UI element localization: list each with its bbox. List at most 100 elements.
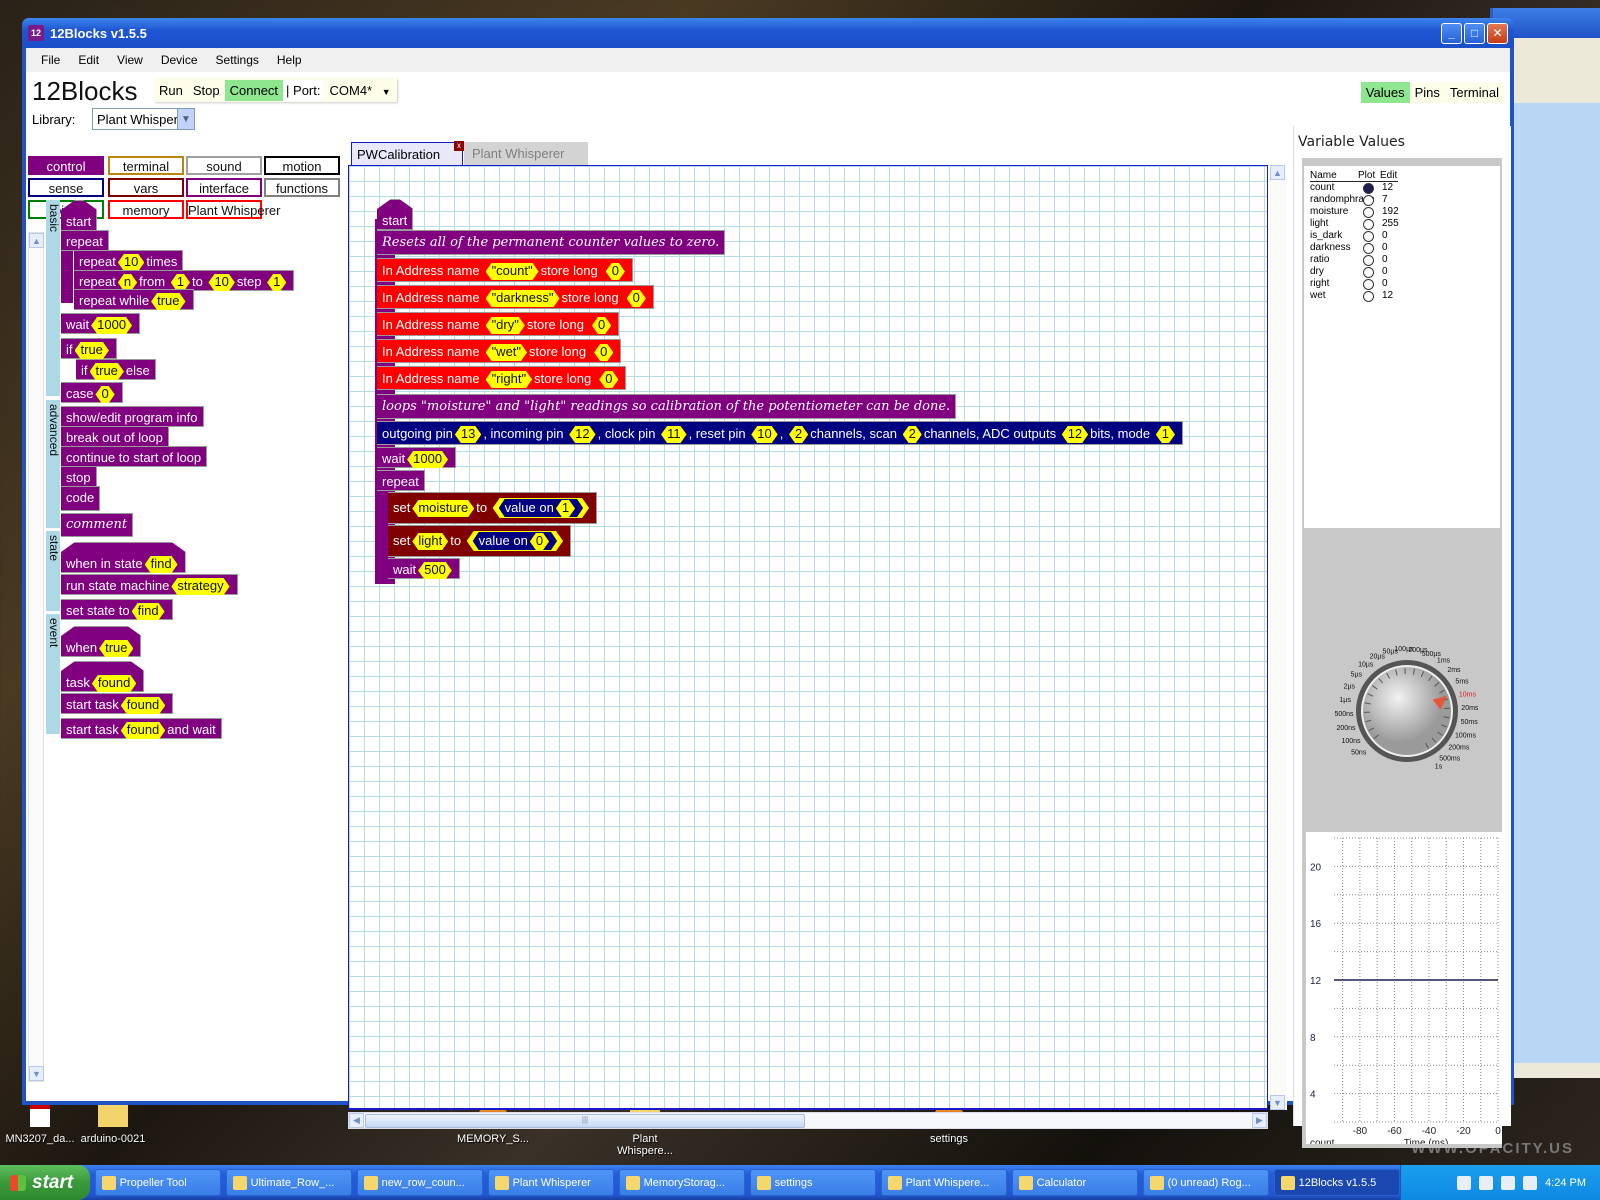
plot-toggle[interactable] (1358, 230, 1378, 242)
block-slot[interactable]: 10 (208, 274, 234, 291)
clock[interactable]: 4:24 PM (1545, 1177, 1586, 1189)
plot-toggle[interactable] (1358, 206, 1378, 218)
block-slot[interactable]: 1000 (407, 451, 448, 468)
block-slot[interactable]: 0 (606, 263, 625, 280)
scroll-right-icon[interactable]: ▶ (1252, 1113, 1267, 1128)
block-slot[interactable]: moisture (412, 500, 474, 517)
block-slot[interactable]: "wet" (486, 344, 527, 361)
block-slot[interactable]: 0 (627, 290, 646, 307)
menu-edit[interactable]: Edit (69, 53, 108, 67)
menu-view[interactable]: View (108, 53, 152, 67)
chevron-down-icon[interactable]: ▼ (177, 109, 194, 129)
taskbar-button[interactable]: Ultimate_Row_... (225, 1169, 352, 1196)
block-slot[interactable]: true (90, 363, 124, 380)
program-block-start[interactable]: start (377, 199, 413, 230)
library-select[interactable]: Plant Whisperer ▼ (92, 108, 195, 130)
block-slot[interactable]: 500 (418, 562, 452, 579)
connect-button[interactable]: Connect (224, 79, 284, 101)
desktop-icon[interactable]: arduino-0021 (73, 1105, 153, 1145)
menu-settings[interactable]: Settings (207, 53, 268, 67)
taskbar-button[interactable]: Plant Whispere... (880, 1169, 1007, 1196)
run-button[interactable]: Run (154, 80, 188, 101)
palette-scrollbar[interactable]: ▲ ▼ (28, 232, 44, 1082)
block-slot[interactable]: 0 (530, 533, 549, 550)
variable-value[interactable]: 255 (1378, 218, 1399, 230)
tray-icon[interactable] (1479, 1175, 1494, 1190)
palette-block-code[interactable]: code (61, 486, 101, 511)
plot-toggle[interactable] (1358, 194, 1378, 206)
plot-toggle[interactable] (1358, 218, 1378, 230)
program-canvas[interactable]: start Resets all of the permanent counte… (348, 165, 1268, 1110)
scroll-left-icon[interactable]: ◀ (349, 1113, 364, 1128)
palette-block-when[interactable]: when true (61, 626, 141, 657)
taskbar-button[interactable]: MemoryStorag... (618, 1169, 745, 1196)
palette-block-start-task[interactable]: start task found (61, 693, 174, 714)
block-slot[interactable]: true (99, 640, 133, 657)
palette-block-show-info[interactable]: show/edit program info (61, 406, 204, 427)
program-block-wait-500[interactable]: wait 500 (388, 558, 460, 579)
scroll-down-icon[interactable]: ▼ (29, 1066, 44, 1081)
palette-block-set-state[interactable]: set state to find (61, 599, 173, 620)
palette-block-wait[interactable]: wait 1000 (61, 313, 141, 334)
plot-radio-icon[interactable] (1362, 278, 1374, 290)
desktop-icon[interactable]: MN3207_da... (0, 1105, 80, 1145)
plot-toggle[interactable] (1358, 242, 1378, 254)
program-block-store-long[interactable]: In Address name "wet" store long 0 (377, 339, 622, 363)
section-event[interactable]: event (46, 614, 61, 734)
plot-toggle[interactable] (1358, 266, 1378, 278)
plot-radio-icon[interactable] (1362, 242, 1374, 254)
program-block-set-light[interactable]: set light to value on 0 (388, 525, 572, 557)
block-slot[interactable]: 2 (789, 426, 808, 443)
program-block-wait[interactable]: wait 1000 (377, 447, 457, 468)
palette-block-when-in-state[interactable]: when in state find (61, 542, 186, 573)
variable-value[interactable]: 0 (1378, 230, 1388, 242)
scroll-up-icon[interactable]: ▲ (1270, 165, 1285, 180)
variable-value[interactable]: 0 (1378, 266, 1388, 278)
palette-block-break[interactable]: break out of loop (61, 426, 169, 447)
block-slot[interactable]: 1 (1156, 426, 1175, 443)
palette-block-task[interactable]: task found (61, 661, 144, 692)
palette-block-start-task-wait[interactable]: start task found and wait (61, 718, 222, 739)
variable-value[interactable]: 12 (1378, 182, 1393, 194)
block-slot[interactable]: true (75, 342, 109, 359)
category-memory[interactable]: memory (108, 200, 184, 219)
palette-block-continue[interactable]: continue to start of loop (61, 446, 208, 467)
timebase-dial[interactable]: 50ns100ns200ns500ns1µs2µs5µs10µs20µs50µs… (1302, 546, 1502, 828)
program-block-adc[interactable]: outgoing pin 13, incoming pin 12, clock p… (377, 421, 1184, 445)
taskbar-button[interactable]: (0 unread) Rog... (1142, 1169, 1269, 1196)
plot-radio-icon[interactable] (1362, 290, 1374, 302)
plot-toggle[interactable] (1358, 290, 1378, 302)
plot-radio-icon[interactable] (1362, 206, 1374, 218)
scroll-up-icon[interactable]: ▲ (29, 233, 44, 248)
palette-block-repeat-times[interactable]: repeat 10 times (74, 250, 184, 271)
block-slot[interactable]: "count" (486, 263, 539, 280)
block-slot[interactable]: 1 (267, 274, 286, 291)
program-block-set-moisture[interactable]: set moisture to value on 1 (388, 492, 598, 524)
variable-value[interactable]: 0 (1378, 242, 1388, 254)
block-slot[interactable]: light (412, 533, 448, 550)
section-basic[interactable]: basic (46, 200, 61, 396)
block-slot[interactable]: 0 (95, 386, 114, 403)
block-slot[interactable]: 0 (594, 344, 613, 361)
category-sense[interactable]: sense (28, 178, 104, 197)
close-button[interactable]: ✕ (1487, 22, 1508, 44)
tab-terminal[interactable]: Terminal (1445, 82, 1504, 103)
plot-radio-icon[interactable] (1362, 218, 1374, 230)
palette-block-repeat-from[interactable]: repeat n from 1 to 10 step 1 (74, 270, 295, 291)
block-slot[interactable]: "darkness" (486, 290, 560, 307)
category-functions[interactable]: functions (264, 178, 340, 197)
category-sound[interactable]: sound (186, 156, 262, 175)
maximize-button[interactable]: □ (1464, 22, 1485, 44)
variable-value[interactable]: 0 (1378, 278, 1388, 290)
tray-icon[interactable] (1523, 1175, 1538, 1190)
scrollbar-thumb[interactable]: ||| (365, 1114, 805, 1128)
port-select[interactable]: COM4* ▼ (323, 79, 397, 101)
tab-pwcalibration[interactable]: PWCalibration (351, 142, 463, 166)
category-interface[interactable]: interface (186, 178, 262, 197)
block-slot[interactable]: 11 (661, 426, 687, 443)
block-slot[interactable]: found (92, 675, 137, 692)
variable-value[interactable]: 192 (1378, 206, 1399, 218)
block-slot[interactable]: 1000 (91, 317, 132, 334)
plot-radio-icon[interactable] (1362, 254, 1374, 266)
tray-icon[interactable] (1457, 1175, 1472, 1190)
